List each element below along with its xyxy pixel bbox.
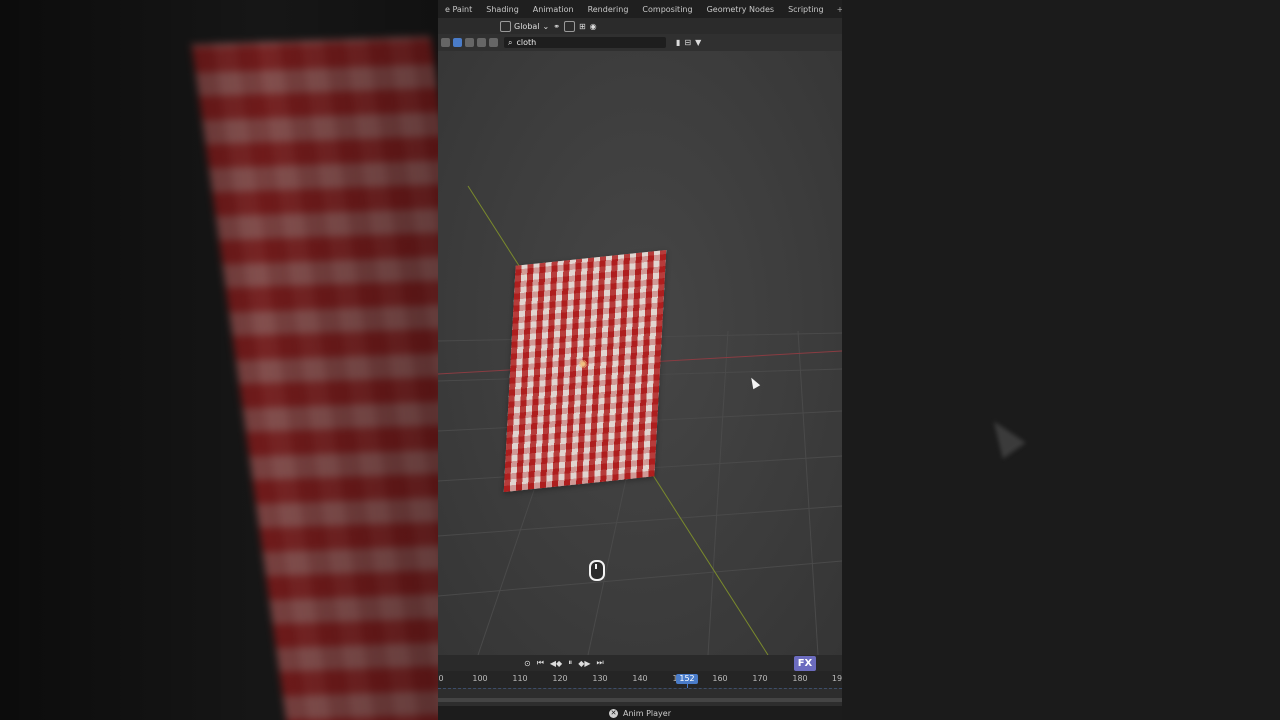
close-icon[interactable]: ✕ (609, 708, 618, 718)
outliner-search-input[interactable]: ⌕ cloth (504, 37, 666, 48)
tab-shading[interactable]: Shading (479, 5, 526, 14)
pause-icon[interactable]: ⏸ (568, 658, 572, 668)
tab-animation[interactable]: Animation (526, 5, 581, 14)
timeline-scrollbar[interactable] (438, 698, 842, 702)
jump-end-icon[interactable]: ⏭ (597, 658, 604, 668)
link-icon: ⚭ (553, 21, 560, 31)
snap-icon (563, 20, 575, 32)
pivot-dropdown[interactable]: ⚭ (553, 22, 560, 31)
blurred-background-right (842, 0, 1280, 720)
frame-tick: 100 (472, 674, 488, 683)
tab-texture-paint[interactable]: e Paint (438, 5, 479, 14)
filter-icon[interactable]: ▼ (695, 38, 701, 47)
blurred-background-left (0, 0, 438, 720)
proportional-icon: ◉ (589, 21, 597, 31)
new-collection-icon[interactable]: ⊟ (684, 38, 691, 47)
current-frame-indicator[interactable]: 152 (676, 674, 698, 684)
record-icon[interactable]: ⊙ (524, 659, 531, 668)
object-icon[interactable] (489, 38, 498, 47)
world-icon[interactable] (465, 38, 474, 47)
tab-compositing[interactable]: Compositing (635, 5, 699, 14)
status-label: Anim Player (623, 708, 671, 718)
outliner-header: ⌕ cloth ▮ ⊟ ▼ (438, 34, 842, 51)
frame-tick: 170 (752, 674, 768, 683)
viewport-header: Global ⌄ ⚭ ⊞ ◉ (438, 18, 842, 34)
frame-tick: 140 (632, 674, 648, 683)
proportional-editing-toggle[interactable]: ◉ (590, 22, 597, 31)
scene-icon[interactable] (453, 38, 462, 47)
snap-toggle[interactable] (563, 20, 575, 32)
tab-rendering[interactable]: Rendering (581, 5, 636, 14)
frame-tick: 110 (512, 674, 528, 683)
tab-scripting[interactable]: Scripting (781, 5, 831, 14)
transform-orientation-label: Global (514, 21, 540, 31)
timeline-track[interactable] (438, 688, 842, 707)
status-bar: ✕ Anim Player (438, 706, 842, 720)
cloth-mesh[interactable] (503, 249, 667, 493)
camera-icon[interactable] (477, 38, 486, 47)
transform-orientation-dropdown[interactable]: Global ⌄ (500, 20, 550, 32)
blurred-cursor-icon (982, 413, 1026, 459)
grid-snap-icon: ⊞ (578, 21, 586, 31)
frame-tick: 120 (552, 674, 568, 683)
3d-viewport[interactable]: ✺ (438, 51, 842, 655)
frame-tick: 130 (592, 674, 608, 683)
frame-tick: 19 (831, 674, 842, 683)
timeline-ruler[interactable]: 0 100 110 120 130 140 1 160 170 180 19 1… (438, 671, 842, 720)
search-value: cloth (516, 38, 537, 47)
object-origin-icon: ✺ (578, 358, 588, 371)
mouse-button-icon (589, 560, 605, 581)
display-mode-icon[interactable] (441, 38, 450, 47)
tab-geometry-nodes[interactable]: Geometry Nodes (700, 5, 781, 14)
bookmark-icon[interactable]: ▮ (676, 38, 680, 47)
search-icon: ⌕ (508, 37, 513, 47)
add-workspace-button[interactable]: + (831, 5, 842, 14)
playback-controls: ⊙ ⏮ ◀◆ ⏸ ◆▶ ⏭ FX (438, 655, 842, 671)
frame-tick: 0 (438, 674, 444, 683)
next-keyframe-icon[interactable]: ◆▶ (578, 659, 590, 668)
jump-start-icon[interactable]: ⏮ (537, 658, 544, 668)
snap-target-dropdown[interactable]: ⊞ (579, 22, 586, 31)
workspace-tabs: e Paint Shading Animation Rendering Comp… (438, 0, 842, 18)
prev-keyframe-icon[interactable]: ◀◆ (550, 659, 562, 668)
frame-tick: 160 (712, 674, 728, 683)
blender-window: e Paint Shading Animation Rendering Comp… (438, 0, 842, 720)
chevron-down-icon: ⌄ (542, 21, 550, 31)
frame-tick: 180 (792, 674, 808, 683)
orientation-icon (500, 20, 511, 32)
brand-logo: FX (794, 656, 816, 671)
